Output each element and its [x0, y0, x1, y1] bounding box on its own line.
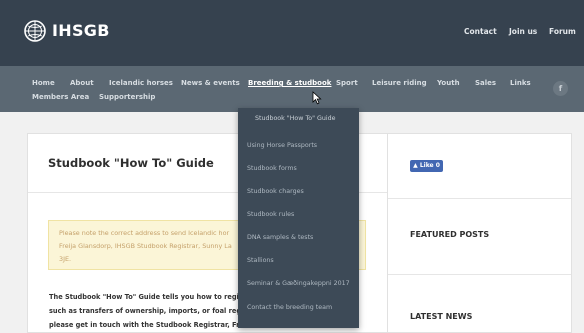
nav-item-news-events[interactable]: News & events — [181, 79, 240, 87]
nav-item-icelandic-horses[interactable]: Icelandic horses — [109, 79, 173, 87]
dropdown-item-contact-breeding-team[interactable]: Contact the breeding team — [247, 304, 332, 311]
breeding-studbook-dropdown-menu: Studbook "How To" Guide Using Horse Pass… — [238, 108, 359, 328]
nav-item-supportership[interactable]: Supportership — [99, 93, 155, 101]
page-title: Studbook "How To" Guide — [48, 156, 214, 170]
dropdown-item-studbook-charges[interactable]: Studbook charges — [247, 188, 304, 195]
dropdown-item-stallions[interactable]: Stallions — [247, 257, 274, 264]
nav-item-breeding-studbook[interactable]: Breeding & studbook — [248, 79, 331, 87]
top-link-join-us[interactable]: Join us — [509, 27, 537, 36]
thumbs-up-icon: ▲ — [413, 162, 418, 169]
dropdown-item-dna-samples[interactable]: DNA samples & tests — [247, 234, 313, 241]
dropdown-item-studbook-forms[interactable]: Studbook forms — [247, 165, 297, 172]
facebook-icon[interactable]: f — [553, 81, 568, 96]
nav-item-about[interactable]: About — [70, 79, 94, 87]
sidebar-divider — [388, 198, 571, 199]
site-header: IHSGB Contact Join us Forum — [0, 0, 584, 66]
nav-item-home[interactable]: Home — [32, 79, 55, 87]
featured-posts-heading: FEATURED POSTS — [410, 230, 490, 239]
top-link-forum[interactable]: Forum — [549, 27, 576, 36]
dropdown-item-seminar[interactable]: Seminar & Gæðingakeppni 2017 — [247, 280, 350, 287]
facebook-like-button[interactable]: ▲ Like 0 — [410, 160, 443, 172]
mouse-pointer-icon — [312, 91, 322, 105]
notice-text-line: Please note the correct address to send … — [59, 229, 230, 237]
horse-globe-logo-icon[interactable] — [24, 20, 46, 42]
body-text-line: such as transfers of ownership, imports,… — [49, 307, 244, 315]
dropdown-item-studbook-guide[interactable]: Studbook "How To" Guide — [255, 115, 335, 122]
notice-text-line: 3JE. — [59, 255, 72, 263]
notice-text-line: Freija Glansdorp, IHSGB Studbook Registr… — [59, 242, 232, 250]
dropdown-item-studbook-rules[interactable]: Studbook rules — [247, 211, 294, 218]
like-button-label: Like 0 — [419, 162, 440, 169]
nav-item-youth[interactable]: Youth — [437, 79, 460, 87]
sidebar-card: ▲ Like 0 FEATURED POSTS LATEST NEWS — [388, 133, 572, 333]
nav-item-sport[interactable]: Sport — [336, 79, 358, 87]
dropdown-item-horse-passports[interactable]: Using Horse Passports — [247, 142, 317, 149]
top-link-contact[interactable]: Contact — [464, 27, 497, 36]
nav-item-links[interactable]: Links — [510, 79, 531, 87]
latest-news-heading: LATEST NEWS — [410, 312, 473, 321]
site-brand-name[interactable]: IHSGB — [52, 21, 110, 40]
nav-item-members-area[interactable]: Members Area — [32, 93, 89, 101]
body-text-line: please get in touch with the Studbook Re… — [49, 321, 244, 329]
body-text-line: The Studbook "How To" Guide tells you ho… — [49, 293, 243, 301]
nav-item-sales[interactable]: Sales — [475, 79, 496, 87]
nav-item-leisure-riding[interactable]: Leisure riding — [372, 79, 427, 87]
sidebar-divider — [388, 274, 571, 275]
main-navigation: Home About Icelandic horses News & event… — [0, 66, 584, 112]
